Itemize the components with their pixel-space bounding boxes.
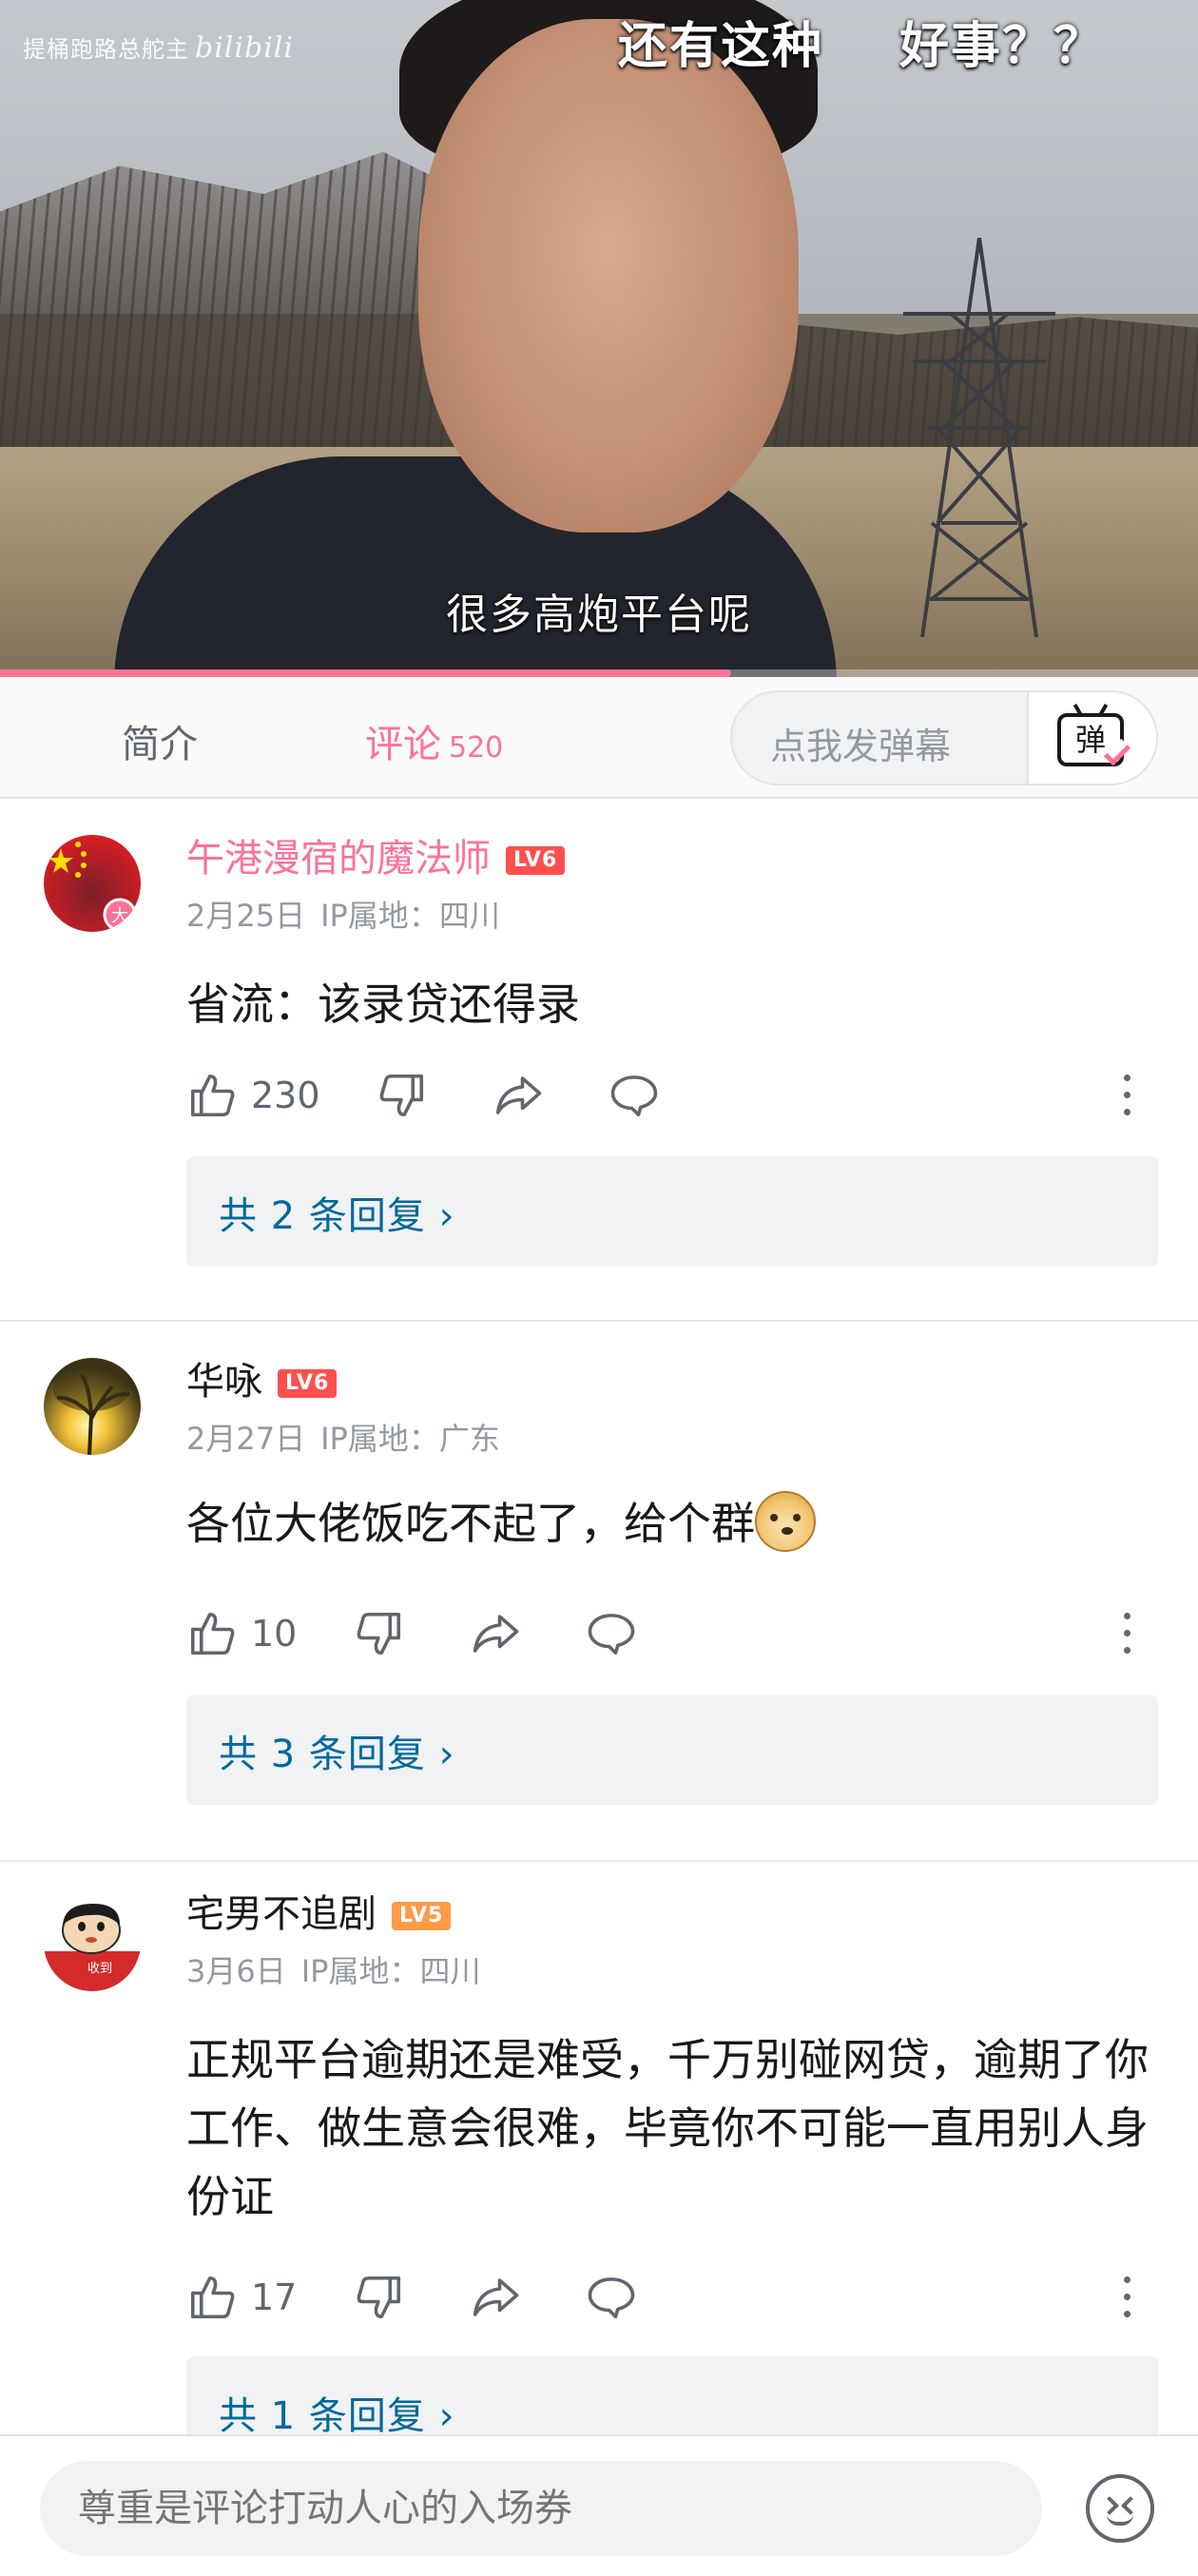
doge-emoji-icon [755, 1491, 816, 1552]
replies-label: 共 3 条回复 › [219, 1733, 455, 1776]
comment-item: 收到 宅男不追剧 LV5 3月6日 IP属地：四川 正规平台逾期还是难受，千万别碰网… [0, 1862, 1198, 2434]
video-overlay-title: 还有这种 好事？？ [618, 6, 1105, 77]
danmaku-toggle-button[interactable]: 弹 [1027, 692, 1156, 784]
video-player[interactable]: 提桶跑路总舵主 bilibili 还有这种 好事？？ 很多高炮平台呢 [0, 0, 1198, 677]
more-options-icon[interactable] [1122, 2275, 1131, 2320]
share-icon [473, 1615, 519, 1653]
share-button[interactable] [493, 1067, 544, 1124]
watermark-name: 提桶跑路总舵主 [23, 36, 189, 63]
dislike-button[interactable] [354, 2269, 405, 2326]
avatar[interactable]: 收到 [44, 1894, 141, 1991]
thumbs-down-icon [379, 1074, 424, 1117]
thumbs-down-icon [357, 2276, 401, 2319]
more-options-icon[interactable] [1122, 1611, 1131, 1656]
video-progress-fill [0, 669, 731, 677]
comment-content: 正规平台逾期还是难受，千万别碰网贷，逾期了你工作、做生意会很难，毕竟你不可能一直… [186, 2034, 1149, 2222]
dislike-button[interactable] [377, 1067, 428, 1124]
comment-username[interactable]: 宅男不追剧 LV5 [186, 1883, 452, 1938]
view-replies-button[interactable]: 共 3 条回复 › [186, 1695, 1158, 1805]
comment-username[interactable]: 华咏 LV6 [186, 1350, 338, 1405]
uploader-watermark: 提桶跑路总舵主 bilibili [23, 30, 294, 65]
thumbs-up-icon [190, 1074, 235, 1117]
thumbs-up-icon [190, 1612, 235, 1656]
overlay-title-part-2: 好事？？ [899, 18, 1106, 75]
username-text: 华咏 [186, 1360, 262, 1404]
thumbs-up-icon [190, 2276, 235, 2319]
dislike-button[interactable] [354, 1605, 405, 1662]
like-count: 17 [251, 2276, 298, 2318]
comment-bubble-icon [588, 2277, 635, 2319]
thumbs-down-icon [357, 1612, 401, 1656]
comment-ip: IP属地：四川 [320, 898, 500, 934]
person-face [418, 19, 799, 533]
level-badge: LV6 [506, 846, 566, 875]
like-count: 10 [251, 1613, 298, 1655]
view-replies-button[interactable]: 共 1 条回复 › [186, 2356, 1158, 2434]
like-button[interactable]: 17 [186, 2269, 297, 2326]
more-options-icon[interactable] [1122, 1073, 1131, 1118]
view-replies-button[interactable]: 共 2 条回复 › [186, 1156, 1158, 1267]
share-button[interactable] [470, 2269, 521, 2326]
avatar[interactable] [44, 1358, 141, 1455]
reply-button[interactable] [609, 1067, 660, 1124]
like-button[interactable]: 10 [186, 1605, 297, 1662]
comment-date: 2月25日 [186, 898, 306, 934]
tab-intro[interactable]: 简介 [122, 713, 198, 768]
comment-item: 大 午港漫宿的魔法师 LV6 2月25日 IP属地：四川 省流：该录贷还得录 230… [0, 799, 1198, 1322]
comment-date: 2月27日 [186, 1421, 306, 1457]
video-progress-bar[interactable] [0, 669, 1198, 677]
like-count: 230 [251, 1075, 320, 1116]
comment-compose-bar [0, 2434, 1198, 2576]
video-subtitle: 很多高炮平台呢 [446, 591, 752, 639]
danmaku-placeholder: 点我发弹幕 [770, 726, 952, 767]
comment-username[interactable]: 午港漫宿的魔法师 LV6 [186, 827, 566, 882]
emoji-icon[interactable] [1086, 2474, 1154, 2543]
comment-meta: 3月6日 IP属地：四川 [186, 1947, 480, 1991]
share-button[interactable] [470, 1605, 521, 1662]
reply-button[interactable] [586, 2269, 637, 2326]
comment-text: 各位大佬饭吃不起了，给个群 [186, 1498, 755, 1549]
replies-label: 共 2 条回复 › [219, 1194, 455, 1238]
share-icon [473, 2278, 519, 2316]
username-text: 宅男不追剧 [186, 1892, 377, 1936]
svg-text:大: 大 [111, 906, 128, 926]
level-badge: LV6 [278, 1369, 338, 1398]
share-icon [495, 1076, 542, 1114]
replies-label: 共 1 条回复 › [219, 2394, 455, 2434]
comment-date: 3月6日 [186, 1953, 286, 1989]
comment-content: 省流：该录贷还得录 [186, 978, 580, 1030]
comment-actions: 17 [186, 2269, 1156, 2326]
comment-input[interactable] [40, 2461, 1042, 2556]
level-badge: LV5 [392, 1902, 452, 1930]
tab-comments[interactable]: 评论 520 [365, 713, 503, 768]
comment-item: 华咏 LV6 2月27日 IP属地：广东 各位大佬饭吃不起了，给个群 10 共 3 … [0, 1322, 1198, 1862]
bilibili-logo: bilibili [195, 31, 294, 65]
username-text: 午港漫宿的魔法师 [186, 837, 491, 881]
danmaku-input[interactable]: 点我发弹幕 弹 [730, 690, 1158, 785]
comment-actions: 10 [186, 1605, 1156, 1662]
reply-button[interactable] [586, 1605, 637, 1662]
overlay-title-part-1: 还有这种 [618, 18, 824, 75]
tab-comments-label: 评论 [365, 723, 441, 766]
comment-meta: 2月25日 IP属地：四川 [186, 892, 500, 936]
tab-bar: 简介 评论 520 点我发弹幕 弹 [0, 677, 1198, 799]
tab-comments-count: 520 [449, 731, 504, 765]
like-button[interactable]: 230 [186, 1067, 320, 1124]
comment-ip: IP属地：广东 [320, 1421, 500, 1457]
comment-meta: 2月27日 IP属地：广东 [186, 1415, 500, 1459]
comment-bubble-icon [588, 1614, 635, 1656]
comment-bubble-icon [610, 1075, 658, 1117]
svg-text:收到: 收到 [87, 1962, 112, 1976]
comment-content: 各位大佬饭吃不起了，给个群 [186, 1489, 1156, 1558]
power-tower-image [884, 237, 1074, 638]
comment-ip: IP属地：四川 [300, 1953, 481, 1989]
comment-actions: 230 [186, 1067, 1156, 1124]
avatar[interactable]: 大 [44, 835, 141, 932]
